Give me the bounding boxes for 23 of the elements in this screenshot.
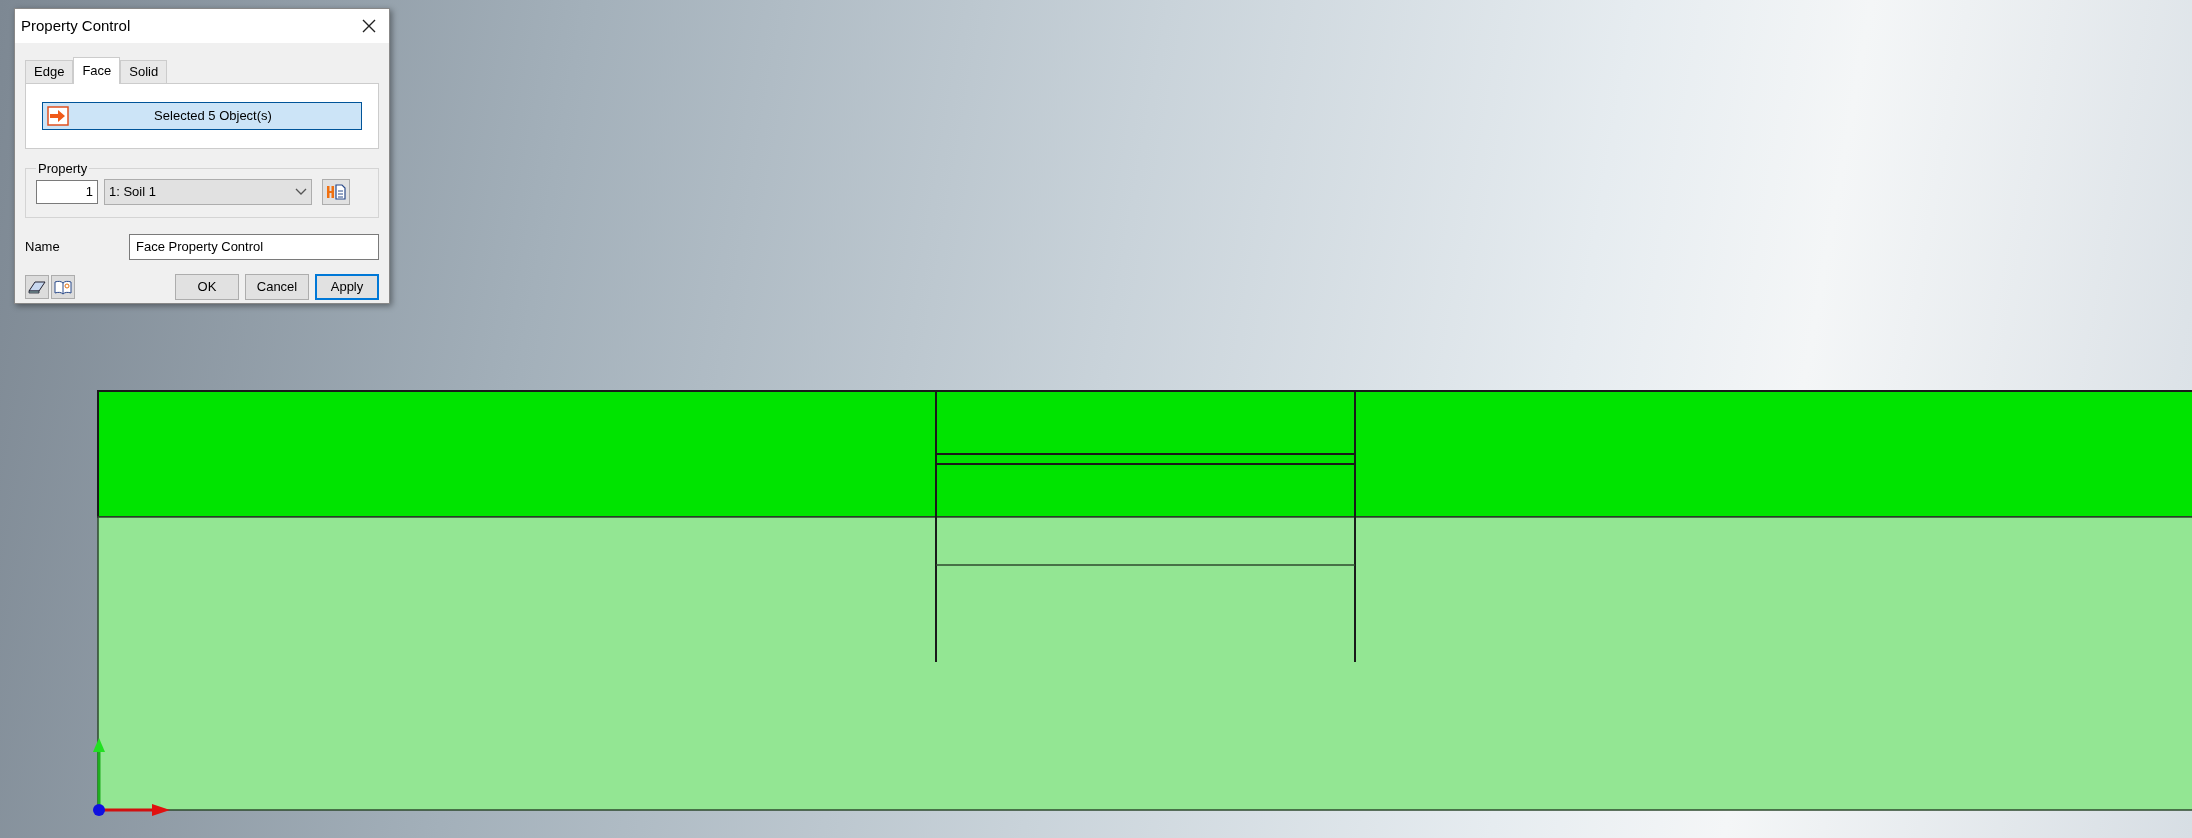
arrow-into-box-icon xyxy=(47,106,69,126)
property-editor-button[interactable] xyxy=(322,178,350,205)
property-dropdown[interactable]: 1: Soil 1 xyxy=(104,178,312,205)
eraser-icon xyxy=(28,279,46,294)
axis-triad-icon xyxy=(92,738,170,818)
help-button[interactable] xyxy=(51,274,75,299)
dialog-button[interactable]: Apply xyxy=(315,273,379,300)
book-icon xyxy=(54,278,72,295)
close-icon xyxy=(362,19,376,33)
dialog-button[interactable]: Cancel xyxy=(245,273,309,300)
tab[interactable]: Edge xyxy=(25,60,74,83)
group-label: Property xyxy=(37,160,89,178)
tab[interactable]: Solid xyxy=(120,60,168,83)
window-title: Property Control xyxy=(21,15,131,36)
selection-button[interactable]: Selected 5 Object(s) xyxy=(42,102,362,130)
name-field[interactable]: Face Property Control xyxy=(129,233,379,260)
eraser-button[interactable] xyxy=(25,274,49,299)
document-icon xyxy=(326,183,346,200)
chevron-down-icon xyxy=(295,187,307,196)
dialog-button[interactable]: OK xyxy=(175,273,239,300)
tab[interactable]: Face xyxy=(73,57,121,84)
number-field[interactable]: 1 xyxy=(36,179,98,204)
field-label: Name xyxy=(25,237,61,256)
